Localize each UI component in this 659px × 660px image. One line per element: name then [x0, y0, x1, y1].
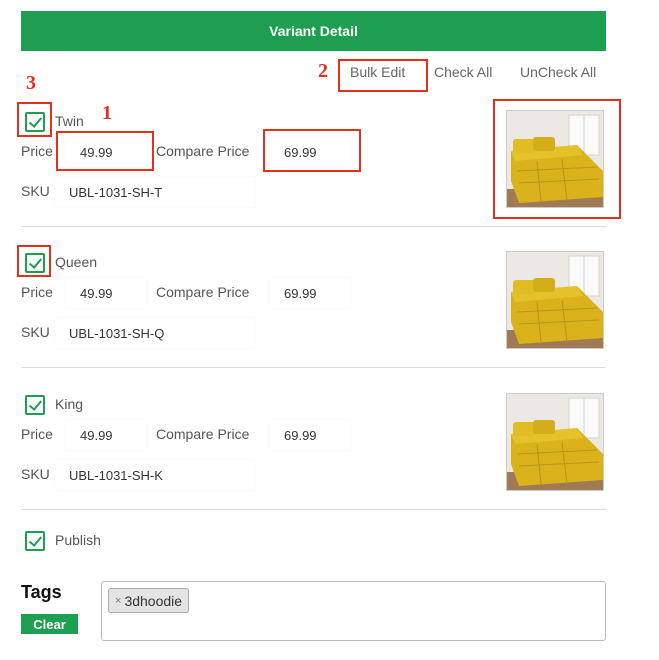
sku-label: SKU	[21, 466, 50, 482]
variant-name: King	[55, 396, 84, 412]
compare-price-input[interactable]: 69.99	[270, 278, 350, 308]
variant-row-king: King Price 49.99 Compare Price 69.99 SKU…	[0, 383, 659, 518]
price-label: Price	[21, 143, 53, 159]
variant-name: Twin	[55, 113, 84, 129]
compare-price-label: Compare Price	[156, 426, 250, 442]
sku-input[interactable]: UBL-1031-SH-K	[55, 460, 255, 490]
annotation-box-checkbox-queen	[17, 245, 51, 277]
annotation-box-price	[56, 131, 154, 171]
divider	[21, 226, 606, 227]
bedspread-photo	[507, 252, 603, 348]
variant-detail-header: Variant Detail	[21, 11, 606, 51]
tag-chip: × 3dhoodie	[108, 588, 190, 613]
price-input[interactable]: 49.99	[66, 420, 146, 450]
uncheck-all-link[interactable]: UnCheck All	[520, 64, 596, 80]
variant-image-king[interactable]	[506, 393, 604, 491]
annotation-number: 2	[318, 60, 328, 82]
annotation-number: 1	[102, 102, 112, 124]
tags-input[interactable]: × 3dhoodie	[101, 581, 606, 641]
publish-checkbox[interactable]	[25, 531, 45, 551]
annotation-box-compare-price	[263, 129, 361, 172]
variant-image-queen[interactable]	[506, 251, 604, 349]
price-label: Price	[21, 426, 53, 442]
tags-title: Tags	[21, 582, 62, 602]
header-title: Variant Detail	[269, 23, 358, 39]
remove-tag-icon[interactable]: ×	[115, 595, 121, 607]
price-input[interactable]: 49.99	[66, 278, 146, 308]
annotation-box-bulk-edit	[338, 59, 428, 92]
sku-input[interactable]: UBL-1031-SH-T	[55, 177, 255, 207]
sku-input[interactable]: UBL-1031-SH-Q	[55, 318, 255, 348]
divider	[21, 367, 606, 368]
bulk-actions: Bulk Edit Check All UnCheck All	[0, 64, 659, 84]
tag-label: 3dhoodie	[124, 592, 183, 609]
sku-label: SKU	[21, 183, 50, 199]
annotation-box-checkbox-twin	[17, 102, 52, 137]
divider	[21, 509, 606, 510]
variant-checkbox-king[interactable]	[25, 395, 45, 415]
compare-price-label: Compare Price	[156, 143, 250, 159]
check-all-link[interactable]: Check All	[434, 64, 492, 80]
bedspread-photo	[507, 394, 603, 490]
clear-tags-button[interactable]: Clear	[21, 614, 78, 634]
compare-price-label: Compare Price	[156, 284, 250, 300]
publish-label: Publish	[55, 532, 101, 548]
annotation-box-image	[493, 99, 621, 219]
sku-label: SKU	[21, 324, 50, 340]
annotation-number: 3	[26, 72, 36, 94]
variant-name: Queen	[55, 254, 98, 270]
variant-row-queen: Queen Price 49.99 Compare Price 69.99 SK…	[0, 241, 659, 376]
compare-price-input[interactable]: 69.99	[270, 420, 350, 450]
price-label: Price	[21, 284, 53, 300]
